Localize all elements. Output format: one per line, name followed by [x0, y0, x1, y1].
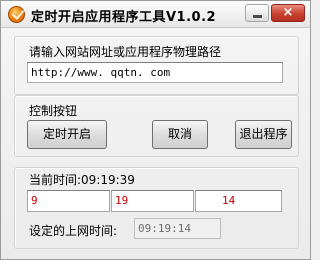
start-timer-button[interactable]: 定时开启	[27, 120, 107, 149]
title-bar[interactable]: 定时开启应用程序工具V1.0.2 ×	[1, 1, 310, 28]
url-label: 请输入网站网址或应用程序物理路径	[29, 45, 222, 59]
app-icon	[8, 6, 25, 23]
cancel-button[interactable]: 取消	[152, 120, 208, 149]
window-title: 定时开启应用程序工具V1.0.2	[31, 10, 217, 25]
app-window: 定时开启应用程序工具V1.0.2 × 请输入网站网址或应用程序物理路径 http…	[0, 0, 311, 260]
control-label: 控制按钮	[29, 104, 78, 118]
hour-input[interactable]: 9	[27, 190, 110, 212]
second-input[interactable]: 14	[195, 190, 282, 212]
set-time-display: 09:19:14	[134, 218, 221, 239]
url-input[interactable]: http://www. qqtn. com	[27, 62, 283, 83]
current-time-label: 当前时间:09:19:39	[29, 173, 135, 187]
close-button[interactable]: ×	[271, 4, 305, 22]
minute-input[interactable]: 19	[111, 190, 194, 212]
minimize-button[interactable]	[245, 4, 269, 22]
exit-button[interactable]: 退出程序	[235, 120, 292, 149]
set-time-label: 设定的上网时间:	[29, 224, 118, 238]
